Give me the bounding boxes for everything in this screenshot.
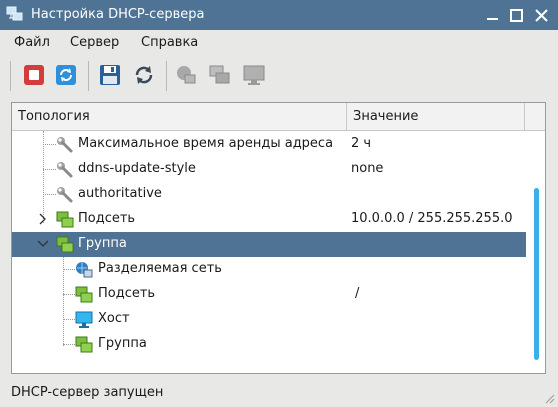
vertical-scrollbar[interactable] (532, 133, 540, 371)
menu-help[interactable]: Справка (141, 35, 198, 50)
add-network-button[interactable] (172, 61, 200, 89)
close-icon[interactable] (533, 7, 550, 24)
tree-row[interactable]: ddns-update-style none (12, 157, 526, 182)
reload-button[interactable] (130, 61, 158, 89)
toolbar-handle (10, 61, 11, 91)
restart-icon (56, 65, 76, 85)
topology-tree[interactable]: Топология Значение Максимальное время ар… (11, 102, 546, 374)
subnet-icon (75, 286, 93, 303)
toolbar-separator (166, 61, 167, 91)
column-header-value[interactable]: Значение (347, 103, 525, 130)
tree-header: Топология Значение (12, 103, 545, 131)
menu-bar: Файл Сервер Справка (0, 30, 558, 56)
group-icon (75, 336, 93, 353)
tree-row-label: Подсеть (98, 286, 156, 301)
wrench-icon (57, 162, 73, 178)
chevron-down-icon[interactable] (36, 237, 50, 251)
scrollbar-thumb[interactable] (534, 188, 539, 360)
subnet-icon (56, 211, 74, 228)
app-network-icon (6, 6, 23, 21)
tree-row[interactable]: Максимальное время аренды адреса 2 ч (12, 132, 526, 157)
menu-file[interactable]: Файл (14, 35, 50, 50)
tree-row-value: none (351, 161, 384, 176)
group-icon (56, 236, 74, 253)
tree-row[interactable]: Подсеть 10.0.0.0 / 255.255.255.0 (12, 207, 526, 232)
tree-row[interactable]: authoritative (12, 182, 526, 207)
reload-icon (135, 66, 153, 84)
minimize-icon[interactable] (484, 7, 501, 24)
tree-row[interactable]: Разделяемая сеть (12, 257, 526, 282)
restart-server-button[interactable] (52, 61, 80, 89)
status-bar: DHCP-сервер запущен (0, 380, 558, 407)
add-group-button[interactable] (206, 61, 234, 89)
add-host-button[interactable] (240, 61, 268, 89)
stop-server-button[interactable] (20, 61, 48, 89)
tree-row-label: Группа (98, 336, 147, 351)
host-icon (75, 311, 93, 328)
window-title: Настройка DHCP-сервера (31, 7, 205, 22)
tree-row-label: Группа (78, 236, 127, 251)
save-button[interactable] (96, 61, 124, 89)
title-bar: Настройка DHCP-сервера (0, 0, 558, 30)
chevron-right-icon[interactable] (36, 212, 50, 226)
shared-network-icon (76, 262, 93, 278)
wrench-icon (57, 187, 73, 203)
network-icon (177, 66, 196, 84)
tree-row-value: 10.0.0.0 / 255.255.255.0 (351, 211, 513, 226)
resize-grip-icon[interactable] (543, 392, 555, 404)
stop-icon (24, 65, 44, 85)
wrench-icon (57, 137, 73, 153)
tree-row[interactable]: Подсеть / (12, 282, 526, 307)
tree-row-value: 2 ч (351, 136, 372, 151)
tree-row-label: ddns-update-style (78, 161, 196, 176)
column-header-topology[interactable]: Топология (12, 103, 347, 130)
status-text: DHCP-сервер запущен (11, 385, 164, 400)
toolbar (0, 56, 558, 96)
toolbar-separator (88, 61, 89, 91)
tree-row[interactable]: Группа (12, 332, 526, 357)
tree-row-value: / (355, 286, 360, 301)
tree-row[interactable]: Хост (12, 307, 526, 332)
save-icon (100, 65, 120, 85)
tree-row-label: authoritative (78, 186, 162, 201)
tree-row-label: Максимальное время аренды адреса (78, 136, 334, 151)
menu-server[interactable]: Сервер (70, 35, 119, 50)
tree-row-label: Разделяемая сеть (98, 261, 222, 276)
maximize-icon[interactable] (508, 7, 525, 24)
tree-row-label: Подсеть (78, 211, 136, 226)
group-icon (209, 65, 230, 84)
host-icon (243, 65, 265, 85)
tree-row-label: Хост (98, 311, 130, 326)
tree-row-selected[interactable]: Группа (12, 232, 526, 257)
